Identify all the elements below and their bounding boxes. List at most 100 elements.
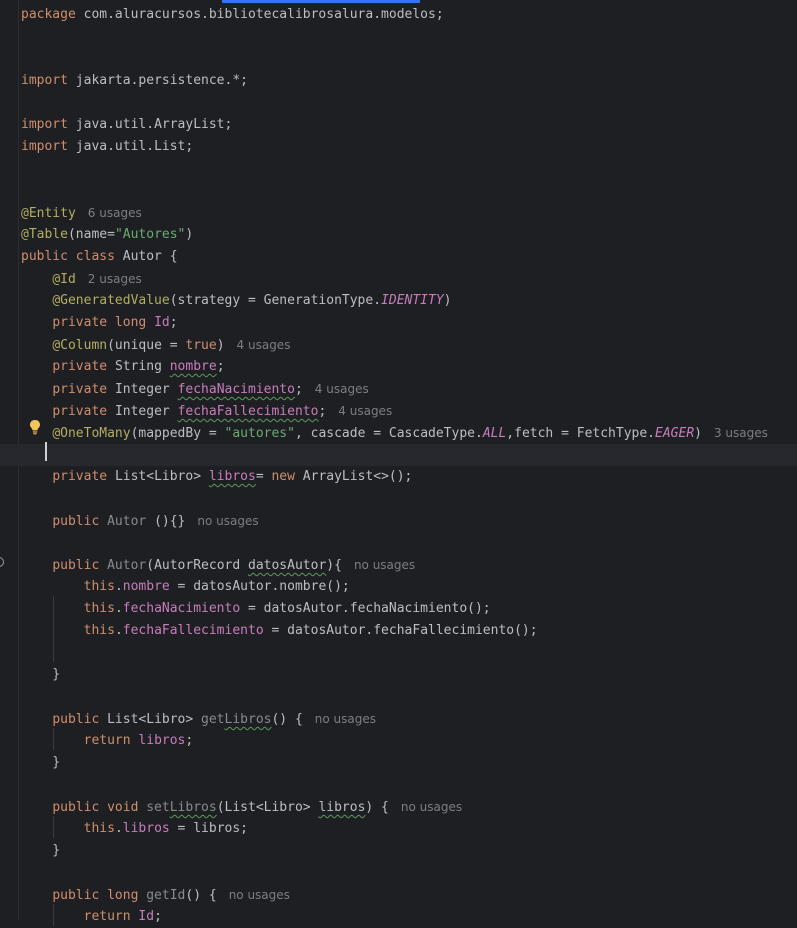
usages-hint[interactable]: no usages xyxy=(354,558,415,572)
code-line[interactable]: this.fechaFallecimiento = datosAutor.fec… xyxy=(0,620,797,642)
code-token: ; xyxy=(294,382,303,397)
code-line[interactable]: @Column(unique = true) 4 usages xyxy=(0,334,797,356)
code-line[interactable]: } xyxy=(0,752,797,774)
usages-hint[interactable]: 4 usages xyxy=(315,382,369,396)
code-token: } xyxy=(21,755,61,770)
code-token: List<Libro> xyxy=(114,469,209,484)
code-line-content: return libros; xyxy=(21,730,194,752)
code-line[interactable]: @Table(name="Autores") xyxy=(0,224,797,246)
code-token: this xyxy=(83,623,115,638)
code-token: private xyxy=(52,404,115,419)
code-line[interactable]: private Integer fechaNacimiento; 4 usages xyxy=(0,378,797,400)
code-token: this xyxy=(83,579,115,594)
code-line[interactable]: public List<Libro> getLibros() {no usage… xyxy=(0,708,797,730)
code-line-content: @Column(unique = true) 4 usages xyxy=(21,334,290,357)
code-token: ) xyxy=(216,338,225,353)
code-line[interactable]: private String nombre; xyxy=(0,356,797,378)
usages-hint[interactable]: 6 usages xyxy=(88,206,142,220)
code-line[interactable]: return libros; xyxy=(0,730,797,752)
usages-hint[interactable]: no usages xyxy=(315,712,376,726)
usages-hint[interactable]: 3 usages xyxy=(714,426,768,440)
usages-hint[interactable]: 4 usages xyxy=(237,338,291,352)
code-token: return xyxy=(83,909,139,924)
code-token: public void xyxy=(52,800,147,815)
code-token: com.aluracursos.bibliotecalibrosalura.mo… xyxy=(83,7,444,22)
code-token: fechaNacimiento xyxy=(122,601,241,616)
code-token: (List<Libro> xyxy=(216,800,319,815)
code-line[interactable]: } xyxy=(0,664,797,686)
code-line[interactable]: return Id; xyxy=(0,906,797,928)
code-line-content: @GeneratedValue(strategy = GenerationTyp… xyxy=(21,290,452,312)
code-token: = datosAutor.fechaFallecimiento(); xyxy=(263,623,538,638)
code-line[interactable]: package com.aluracursos.bibliotecalibros… xyxy=(0,4,797,26)
code-token: java.util.ArrayList; xyxy=(75,117,233,132)
code-token: . xyxy=(114,579,123,594)
code-token: ArrayList<>(); xyxy=(302,469,413,484)
code-line-content: @Entity 6 usages xyxy=(21,202,142,225)
code-line[interactable]: public class Autor { xyxy=(0,246,797,268)
code-token: () { xyxy=(271,712,303,727)
code-token: import xyxy=(21,139,76,154)
code-line[interactable]: import java.util.ArrayList; xyxy=(0,114,797,136)
code-token: true xyxy=(185,338,217,353)
code-line[interactable]: this.libros = libros; xyxy=(0,818,797,840)
usages-hint[interactable]: 4 usages xyxy=(338,404,392,418)
code-line[interactable]: @Id 2 usages xyxy=(0,268,797,290)
code-token: return xyxy=(83,733,139,748)
usages-hint[interactable]: 2 usages xyxy=(88,272,142,286)
code-line[interactable]: public Autor(AutorRecord datosAutor){no … xyxy=(0,554,797,576)
code-token: ALL xyxy=(482,426,507,441)
current-line[interactable] xyxy=(0,444,797,466)
code-line[interactable]: public Autor (){} no usages xyxy=(0,510,797,532)
code-line[interactable]: @Entity 6 usages xyxy=(0,202,797,224)
code-token: String xyxy=(114,359,170,374)
code-line-content: public Autor(AutorRecord datosAutor){no … xyxy=(21,554,415,577)
code-token: Integer xyxy=(114,404,178,419)
code-token: Id xyxy=(138,909,155,924)
lightbulb-icon[interactable] xyxy=(28,419,42,435)
code-line[interactable]: } xyxy=(0,840,797,862)
code-line-content: public long getId() {no usages xyxy=(21,884,290,907)
code-line[interactable]: this.fechaNacimiento = datosAutor.fechaN… xyxy=(0,598,797,620)
code-token: public class xyxy=(21,249,123,264)
code-line-content: return Id; xyxy=(21,906,162,928)
usages-hint[interactable]: no usages xyxy=(229,888,290,902)
code-token: public xyxy=(52,514,108,529)
code-line[interactable]: import jakarta.persistence.*; xyxy=(0,70,797,92)
code-token: ,fetch = FetchType. xyxy=(506,426,656,441)
code-token: this xyxy=(83,821,115,836)
code-line[interactable]: @OneToMany(mappedBy = "autores", cascade… xyxy=(0,422,797,444)
usages-hint[interactable]: no usages xyxy=(401,800,462,814)
code-line[interactable]: private long Id; xyxy=(0,312,797,334)
code-line[interactable]: private Integer fechaFallecimiento; 4 usa… xyxy=(0,400,797,422)
code-line-content: public void setLibros(List<Libro> libros… xyxy=(21,796,462,819)
code-token: = libros; xyxy=(169,821,249,836)
code-line[interactable]: public long getId() {no usages xyxy=(0,884,797,906)
usages-hint[interactable]: no usages xyxy=(197,514,258,528)
code-token: . xyxy=(114,601,123,616)
code-token: Libros xyxy=(169,800,217,815)
code-line[interactable]: @GeneratedValue(strategy = GenerationTyp… xyxy=(0,290,797,312)
code-line[interactable]: private List<Libro> libros= new ArrayLis… xyxy=(0,466,797,488)
code-line-content: import java.util.List; xyxy=(21,136,193,158)
code-line-content: private List<Libro> libros= new ArrayLis… xyxy=(21,466,412,488)
code-token: () { xyxy=(185,888,217,903)
code-token: ) xyxy=(185,227,194,242)
code-token: ) xyxy=(443,293,452,308)
code-token: private long xyxy=(52,315,155,330)
code-line-content: public class Autor { xyxy=(21,246,178,268)
code-editor[interactable]: package com.aluracursos.bibliotecalibros… xyxy=(0,4,797,924)
code-line-content: @Table(name="Autores") xyxy=(21,224,193,246)
code-line[interactable]: public void setLibros(List<Libro> libros… xyxy=(0,796,797,818)
code-line[interactable]: import java.util.List; xyxy=(0,136,797,158)
code-line[interactable]: this.nombre = datosAutor.nombre(); xyxy=(0,576,797,598)
code-line-content: } xyxy=(21,840,60,862)
indent-guide xyxy=(53,904,54,926)
